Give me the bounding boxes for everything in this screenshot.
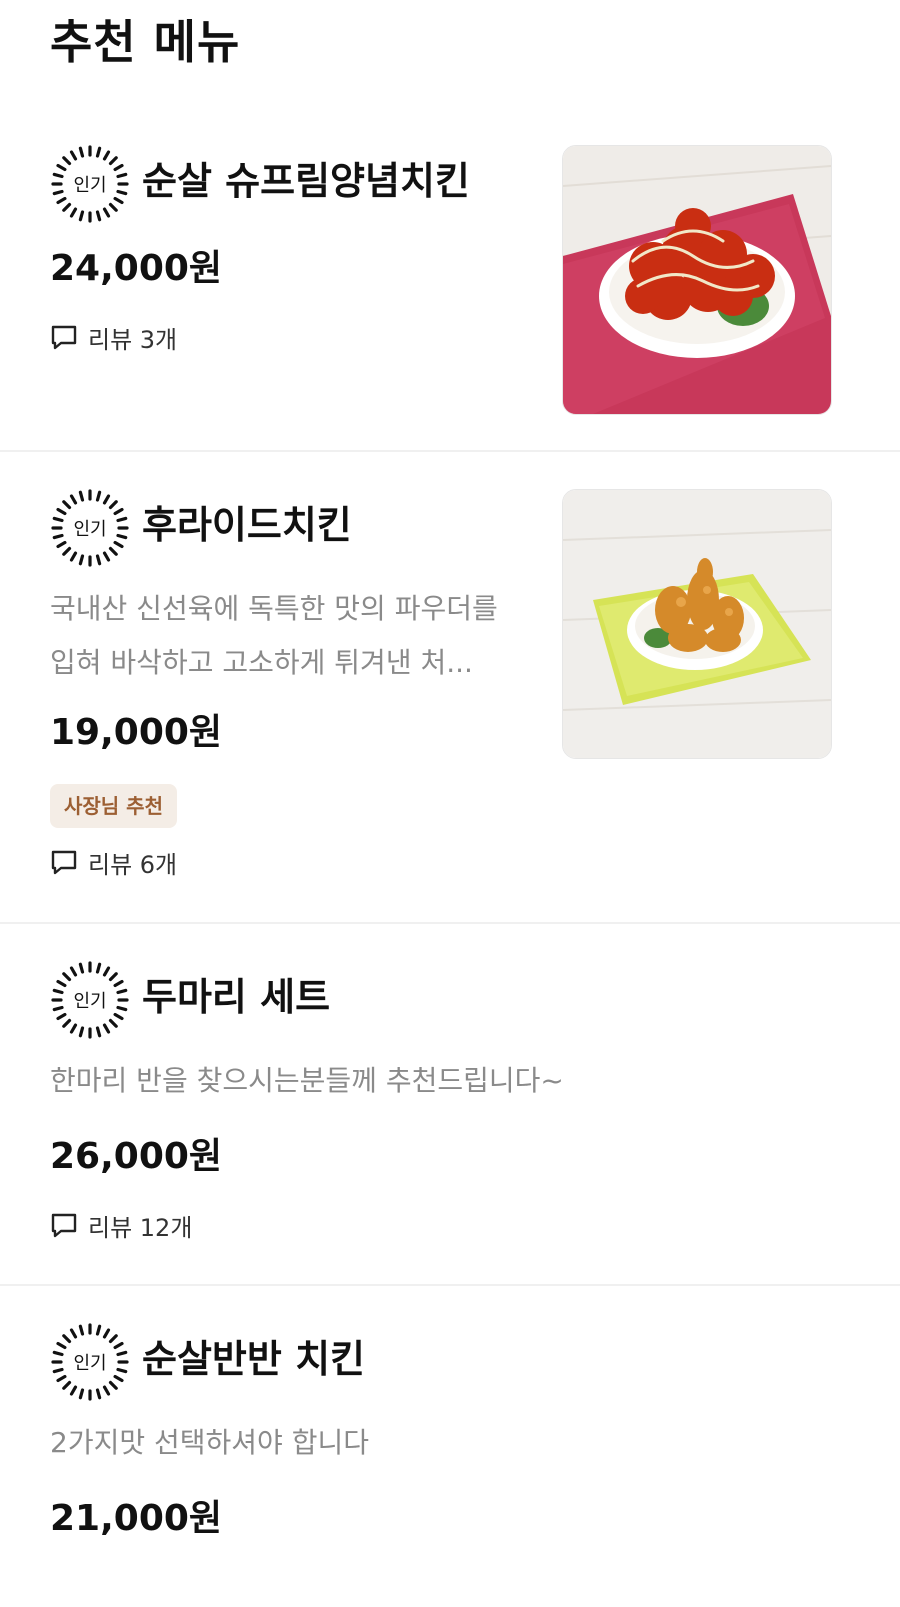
review-count[interactable]: 리뷰 3개 [50, 320, 177, 354]
menu-item-description: 한마리 반을 찾으시는분들께 추천드립니다~ [50, 1064, 564, 1097]
description-line: 입혀 바삭하고 고소하게 튀겨낸 처... [50, 646, 473, 679]
speech-bubble-icon [51, 850, 77, 875]
popular-badge-icon: 인기 [50, 144, 130, 224]
popular-badge-label: 인기 [73, 991, 106, 1012]
speech-bubble-icon [51, 325, 77, 350]
review-count-label: 리뷰 3개 [88, 325, 178, 354]
menu-item-supreme-seasoned[interactable]: 인기 순살 슈프림양념치킨 24,000원 리뷰 3개 [0, 0, 900, 450]
speech-bubble-icon [51, 1213, 77, 1238]
popular-badge-icon: 인기 [50, 1322, 130, 1402]
popular-badge-icon: 인기 [50, 960, 130, 1040]
menu-item-fried-chicken[interactable]: 인기 후라이드치킨 국내산 신선육에 독특한 맛의 파우더를 입혀 바삭하고 고… [0, 452, 900, 922]
popular-badge-icon: 인기 [50, 488, 130, 568]
supreme-seasoned-chicken-image [563, 146, 831, 414]
menu-item-description: 국내산 신선육에 독특한 맛의 파우더를 입혀 바삭하고 고소하게 튀겨낸 처.… [50, 582, 560, 690]
description-line: 국내산 신선육에 독특한 맛의 파우더를 [50, 592, 498, 625]
review-count-label: 리뷰 6개 [88, 850, 178, 879]
review-count[interactable]: 리뷰 12개 [50, 1208, 192, 1242]
popular-badge-label: 인기 [73, 519, 106, 540]
menu-item-photo[interactable] [562, 489, 832, 759]
menu-item-name: 순살 슈프림양념치킨 [142, 159, 470, 203]
menu-item-price: 26,000원 [50, 1136, 223, 1177]
owner-recommend-badge: 사장님 추천 [50, 784, 177, 828]
review-count[interactable]: 리뷰 6개 [50, 845, 177, 879]
popular-badge-label: 인기 [73, 175, 106, 196]
menu-item-price: 19,000원 [50, 712, 223, 753]
menu-item-two-chicken-set[interactable]: 인기 두마리 세트 한마리 반을 찾으시는분들께 추천드립니다~ 26,000원… [0, 924, 900, 1284]
menu-item-photo[interactable] [562, 145, 832, 415]
menu-item-name: 두마리 세트 [142, 975, 331, 1019]
menu-item-price: 21,000원 [50, 1498, 223, 1539]
popular-badge-label: 인기 [73, 1353, 106, 1374]
menu-item-description: 2가지맛 선택하셔야 합니다 [50, 1426, 369, 1459]
menu-item-name: 후라이드치킨 [142, 503, 352, 547]
menu-item-price: 24,000원 [50, 248, 223, 289]
fried-chicken-image [563, 490, 831, 758]
review-count-label: 리뷰 12개 [88, 1213, 193, 1242]
menu-item-half-half-chicken[interactable]: 인기 순살반반 치킨 2가지맛 선택하셔야 합니다 21,000원 [0, 1286, 900, 1607]
menu-item-name: 순살반반 치킨 [142, 1337, 365, 1381]
